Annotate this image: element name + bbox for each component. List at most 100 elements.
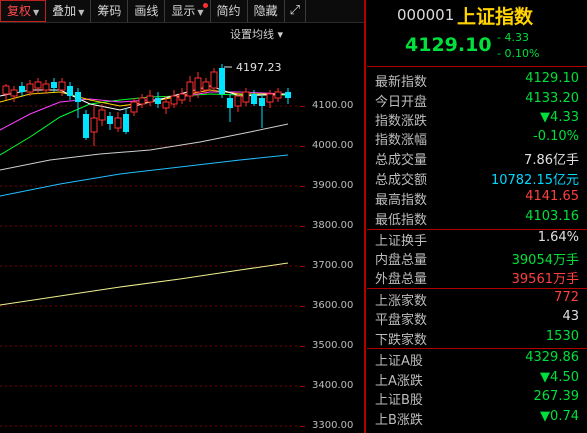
quote-row-value: 10782.15亿元 [490, 173, 579, 188]
candle-body [285, 92, 291, 98]
quote-row-label: 下跌家数 [375, 333, 428, 348]
quote-row: 上A涨跌 ▼4.50 [367, 370, 587, 389]
chip-label: 筹码 [97, 4, 122, 18]
quote-row-label: 最新指数 [375, 75, 428, 90]
quote-row-value: 4329.86 [525, 350, 579, 365]
quote-panel: 000001 上证指数 4129.10 - 4.33 - 0.10% 最新指数 4… [367, 0, 587, 433]
candle-body [98, 109, 106, 121]
quote-row-value: 267.39 [533, 389, 580, 404]
quote-row-value: 4129.10 [525, 71, 579, 86]
quote-row-value: ▼4.33 [540, 110, 579, 125]
fuquan-label: 复权 [7, 4, 32, 18]
quote-row-value: 43 [562, 309, 579, 324]
quote-row-label: 上证换手 [375, 234, 428, 249]
candle-body [234, 95, 242, 107]
quote-row: 上证换手 1.64% [367, 230, 587, 249]
panel-divider [364, 0, 366, 433]
chart-grid [0, 105, 300, 427]
quote-row-value: 4141.65 [525, 189, 579, 204]
candle-body [219, 68, 225, 94]
quote-row-value: 4103.16 [525, 209, 579, 224]
divider [367, 288, 587, 289]
draw-line-label: 画线 [134, 4, 159, 18]
kline-chart[interactable]: 4197.23 [0, 22, 300, 433]
moving-average-lines [0, 85, 289, 306]
candle-body [107, 116, 113, 124]
y-tick-label: 3600.00 [312, 300, 354, 311]
quote-row-value: ▼0.74 [540, 409, 579, 424]
y-tick-label: 3400.00 [312, 380, 354, 391]
overlay-button[interactable]: 叠加 ▼ [46, 0, 92, 22]
quote-row: 上证B股 267.39 [367, 389, 587, 408]
y-tick [300, 426, 305, 427]
current-price: 4129.10 [405, 34, 492, 56]
quote-row-label: 上证A股 [375, 354, 423, 369]
candle-body [170, 95, 178, 105]
hide-label: 隐藏 [253, 4, 278, 18]
quote-row-label: 上证B股 [375, 393, 423, 408]
hide-button[interactable]: 隐藏 [248, 0, 285, 22]
candle-body [202, 81, 210, 91]
chart-toolbar: 复权 ▼ 叠加 ▼ 筹码 画线 显示 ▼ 简约 隐藏 ⤢ [0, 0, 365, 23]
y-tick-label: 3800.00 [312, 220, 354, 231]
high-annotation-text: 4197.23 [236, 61, 282, 74]
simple-label: 简约 [216, 4, 241, 18]
quote-row-value: 39054万手 [511, 253, 579, 268]
display-button[interactable]: 显示 ▼ [165, 0, 211, 22]
divider [367, 229, 587, 230]
quote-row-label: 平盘家数 [375, 313, 428, 328]
y-tick-label: 3700.00 [312, 260, 354, 271]
quote-row: 总成交额 10782.15亿元 [367, 169, 587, 188]
quote-row: 指数涨跌 ▼4.33 [367, 110, 587, 129]
y-tick [300, 266, 305, 267]
candle-body [67, 86, 73, 96]
chevron-down-icon: ▼ [197, 8, 204, 17]
quote-row-value: 4133.20 [525, 91, 579, 106]
quote-row: 最高指数 4141.65 [367, 189, 587, 208]
candle-body [34, 81, 42, 89]
quote-row-label: 今日开盘 [375, 95, 428, 110]
candle-body [42, 83, 50, 91]
y-tick-label: 3500.00 [312, 340, 354, 351]
candlesticks [2, 64, 291, 146]
candle-body [178, 93, 186, 101]
candle-body [26, 83, 34, 93]
candle-body [146, 95, 154, 103]
candle-body [123, 114, 129, 132]
quote-row: 内盘总量 39054万手 [367, 249, 587, 268]
chevron-down-icon: ▼ [33, 8, 40, 17]
quote-row: 上证A股 4329.86 [367, 350, 587, 369]
candle-body [19, 86, 25, 92]
y-axis: 4100.00 4000.00 3900.00 3800.00 3700.00 3600.… [300, 22, 364, 433]
quote-row-label: 最高指数 [375, 193, 428, 208]
candle-body [242, 91, 250, 103]
stock-code: 000001 [397, 6, 455, 24]
draw-line-button[interactable]: 画线 [128, 0, 166, 22]
high-annotation: 4197.23 [224, 61, 282, 74]
simple-button[interactable]: 简约 [211, 0, 248, 22]
candle-body [266, 93, 274, 103]
candle-body [51, 82, 57, 88]
quote-row-label: 总成交额 [375, 173, 428, 188]
quote-row: 总成交量 7.86亿手 [367, 149, 587, 168]
quote-row-value: ▼4.50 [540, 370, 579, 385]
ma60-line [0, 123, 289, 171]
y-tick [300, 346, 305, 347]
expand-icon[interactable]: ⤢ [285, 0, 306, 22]
fuquan-button[interactable]: 复权 ▼ [0, 0, 47, 22]
quote-row-label: 上B涨跌 [375, 413, 423, 428]
candle-body [155, 98, 161, 104]
quote-row: 下跌家数 1530 [367, 329, 587, 348]
quote-row-label: 上A涨跌 [375, 374, 423, 389]
quote-row-value: -0.10% [533, 129, 579, 144]
candle-body [130, 101, 138, 113]
candle-body [10, 89, 18, 97]
quote-row: 今日开盘 4133.20 [367, 91, 587, 110]
quote-row-value: 7.86亿手 [524, 153, 579, 168]
chip-button[interactable]: 筹码 [91, 0, 129, 22]
candle-body [274, 91, 282, 99]
candle-body [138, 97, 146, 105]
notification-dot [202, 3, 208, 8]
divider [367, 348, 587, 349]
quote-row-label: 外盘总量 [375, 272, 428, 287]
